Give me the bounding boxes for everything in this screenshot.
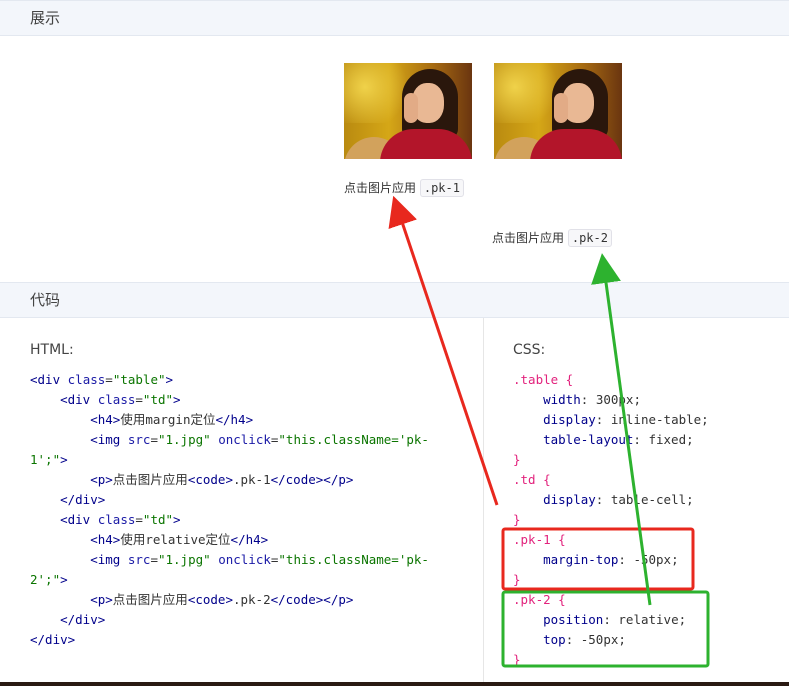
highlight-box-pk2 <box>501 590 710 668</box>
highlight-box-pk1 <box>501 527 695 591</box>
green-arrow <box>591 253 652 606</box>
red-arrow <box>388 195 499 506</box>
annotation-overlay <box>388 195 710 668</box>
